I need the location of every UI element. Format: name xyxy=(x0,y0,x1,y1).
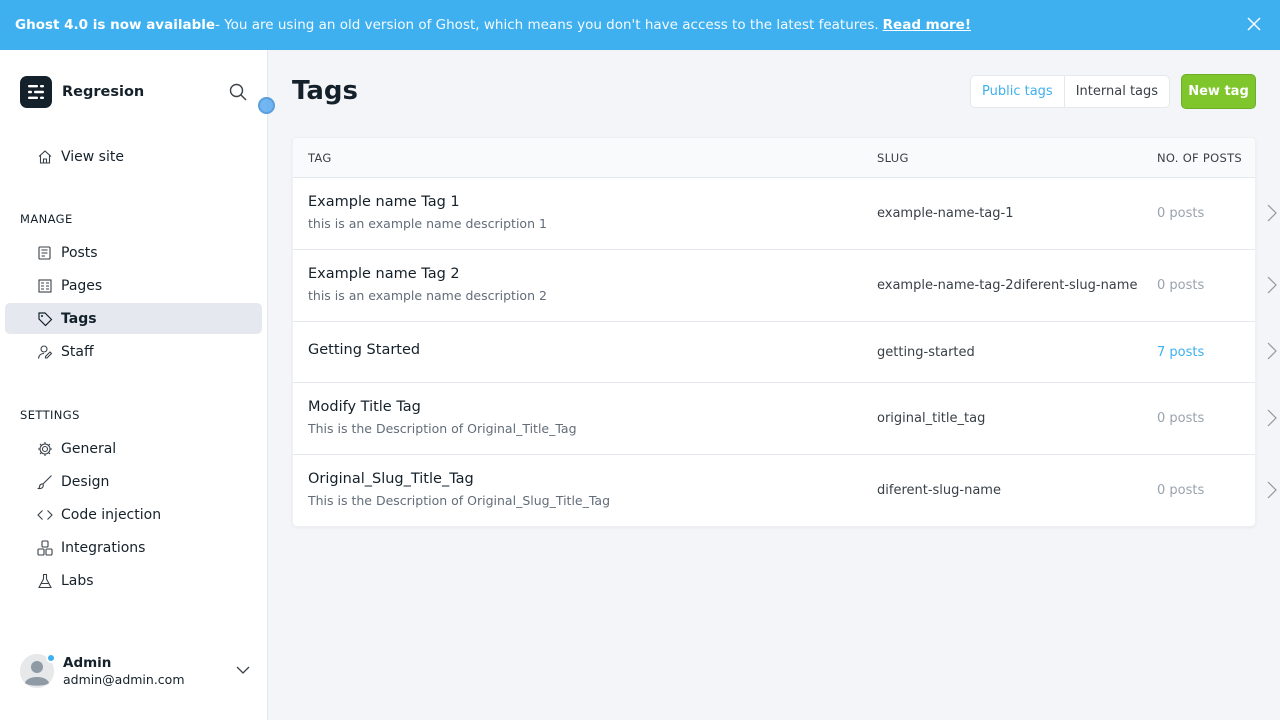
tag-post-count[interactable]: 0 posts xyxy=(1157,411,1204,426)
tag-icon xyxy=(38,312,53,327)
user-menu[interactable]: Admin admin@admin.com xyxy=(20,653,250,689)
nav-general[interactable]: General xyxy=(5,433,262,464)
table-row[interactable]: Original_Slug_Title_Tag This is the Desc… xyxy=(293,455,1277,526)
nav-labs[interactable]: Labs xyxy=(5,565,262,596)
nav-pages[interactable]: Pages xyxy=(5,270,262,301)
tag-description: This is the Description of Original_Titl… xyxy=(308,421,577,436)
tag-name: Example name Tag 2 xyxy=(308,266,460,282)
posts-icon xyxy=(38,246,51,260)
table-row[interactable]: Modify Title Tag This is the Description… xyxy=(293,383,1277,455)
tag-name: Example name Tag 1 xyxy=(308,194,460,210)
manage-section-label: MANAGE xyxy=(20,212,73,226)
chevron-right-icon xyxy=(1267,342,1277,360)
nav-staff-label: Staff xyxy=(61,343,94,360)
column-slug: SLUG xyxy=(877,151,909,165)
chevron-right-icon xyxy=(1267,481,1277,499)
new-tag-button[interactable]: New tag xyxy=(1181,74,1256,109)
staff-icon xyxy=(37,345,53,359)
sidebar: Regresion View site MANAGE Posts Pages T… xyxy=(0,50,268,720)
nav-view-site-label: View site xyxy=(61,148,124,165)
nav-design-label: Design xyxy=(61,473,110,490)
nav-tags[interactable]: Tags xyxy=(5,303,262,334)
site-logo xyxy=(20,76,52,108)
tag-name: Modify Title Tag xyxy=(308,399,421,415)
nav-labs-label: Labs xyxy=(61,572,94,589)
tags-table: TAG SLUG NO. OF POSTS Example name Tag 1… xyxy=(292,137,1277,527)
tag-post-count[interactable]: 7 posts xyxy=(1157,345,1204,360)
flask-icon xyxy=(38,573,52,589)
user-name: Admin xyxy=(63,655,112,671)
tag-description: this is an example name description 2 xyxy=(308,288,547,303)
internal-tags-button[interactable]: Internal tags xyxy=(1065,76,1169,107)
nav-integrations-label: Integrations xyxy=(61,539,146,556)
brush-icon xyxy=(37,475,52,490)
tag-post-count[interactable]: 0 posts xyxy=(1157,483,1204,498)
chevron-right-icon xyxy=(1267,276,1277,294)
home-icon xyxy=(38,150,52,164)
tag-slug: example-name-tag-2diferent-slug-name xyxy=(877,278,1138,293)
gear-icon xyxy=(38,442,52,456)
page-title: Tags xyxy=(292,76,359,106)
chevron-right-icon xyxy=(1267,204,1277,222)
nav-staff[interactable]: Staff xyxy=(5,336,262,367)
tag-name: Original_Slug_Title_Tag xyxy=(308,471,474,487)
banner-read-more-link[interactable]: Read more! xyxy=(883,17,971,33)
chevron-down-icon xyxy=(236,666,250,674)
chevron-right-icon xyxy=(1267,409,1277,427)
column-tag: TAG xyxy=(308,151,332,165)
integrations-icon xyxy=(37,540,53,556)
pages-icon xyxy=(38,279,52,293)
tag-description: This is the Description of Original_Slug… xyxy=(308,493,611,508)
nav-view-site[interactable]: View site xyxy=(5,141,262,172)
settings-section-label: SETTINGS xyxy=(20,408,80,422)
table-row[interactable]: Example name Tag 2 this is an example na… xyxy=(293,250,1277,322)
nav-integrations[interactable]: Integrations xyxy=(5,532,262,563)
table-header: TAG SLUG NO. OF POSTS xyxy=(293,138,1255,178)
table-row[interactable]: Example name Tag 1 this is an example na… xyxy=(293,178,1277,250)
search-icon[interactable] xyxy=(229,83,247,101)
tag-slug: diferent-slug-name xyxy=(877,483,1001,498)
tag-description: this is an example name description 1 xyxy=(308,216,547,231)
close-icon[interactable] xyxy=(1247,17,1261,31)
nav-posts[interactable]: Posts xyxy=(5,237,262,268)
tag-name: Getting Started xyxy=(308,342,421,358)
nav-code-injection[interactable]: Code injection xyxy=(5,499,262,530)
avatar xyxy=(20,653,56,688)
tag-slug: example-name-tag-1 xyxy=(877,206,1014,221)
nav-tags-label: Tags xyxy=(61,310,97,327)
banner-headline: Ghost 4.0 is now available xyxy=(15,17,216,33)
tag-slug: original_title_tag xyxy=(877,411,986,426)
nav-code-injection-label: Code injection xyxy=(61,506,162,523)
code-icon xyxy=(37,510,53,520)
cursor-indicator xyxy=(258,97,275,114)
public-tags-button[interactable]: Public tags xyxy=(971,76,1065,107)
table-row[interactable]: Getting Started getting-started 7 posts xyxy=(293,322,1277,383)
upgrade-banner: Ghost 4.0 is now available - You are usi… xyxy=(0,0,1280,50)
banner-message: - You are using an old version of Ghost,… xyxy=(215,17,879,33)
tag-post-count[interactable]: 0 posts xyxy=(1157,206,1204,221)
tag-post-count[interactable]: 0 posts xyxy=(1157,278,1204,293)
nav-pages-label: Pages xyxy=(61,277,103,294)
nav-posts-label: Posts xyxy=(61,244,98,261)
tag-slug: getting-started xyxy=(877,345,975,360)
brand[interactable]: Regresion xyxy=(20,76,144,108)
column-posts: NO. OF POSTS xyxy=(1157,151,1243,165)
nav-general-label: General xyxy=(61,440,117,457)
notification-dot xyxy=(46,653,56,663)
user-email: admin@admin.com xyxy=(63,672,185,687)
nav-design[interactable]: Design xyxy=(5,466,262,497)
site-name: Regresion xyxy=(62,84,145,100)
tag-filter-toggle: Public tags Internal tags xyxy=(970,75,1171,108)
